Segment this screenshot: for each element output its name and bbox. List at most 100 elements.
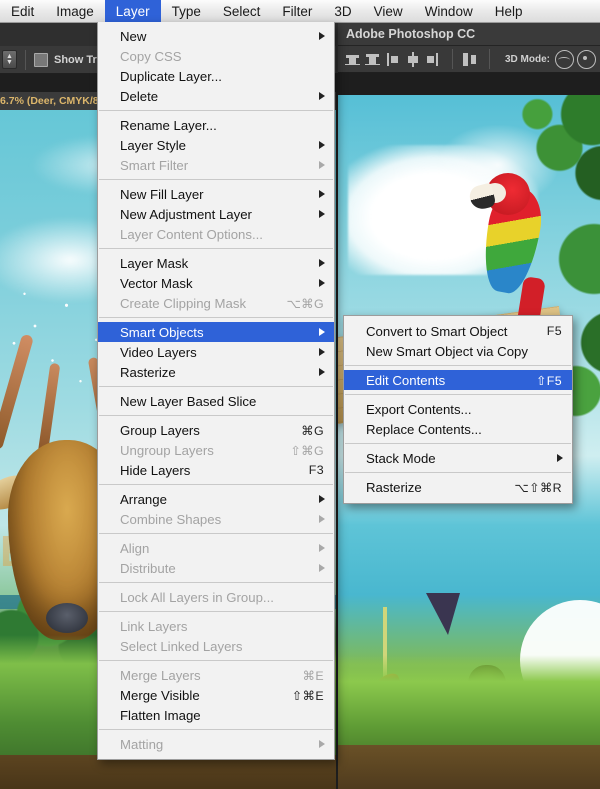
menu-item-select-linked-layers: Select Linked Layers [98, 636, 334, 656]
menu-view[interactable]: View [363, 0, 414, 22]
menu-help[interactable]: Help [484, 0, 534, 22]
menu-item-new[interactable]: New [98, 26, 334, 46]
menu-item-rasterize[interactable]: Rasterize [98, 362, 334, 382]
menu-item-vector-mask[interactable]: Vector Mask [98, 273, 334, 293]
menu-item-label: Link Layers [120, 618, 188, 634]
menu-item-link-layers: Link Layers [98, 616, 334, 636]
menu-item-combine-shapes: Combine Shapes [98, 509, 334, 529]
divider [489, 49, 490, 69]
menu-item-label: New Adjustment Layer [120, 206, 252, 222]
smart-objects-submenu[interactable]: Convert to Smart Object F5 New Smart Objec… [343, 315, 573, 504]
submenu-arrow-icon [319, 32, 325, 40]
submenu-arrow-icon [319, 740, 325, 748]
menu-item-label: New Fill Layer [120, 186, 204, 202]
menu-item-label: Layer Style [120, 137, 186, 153]
submenu-arrow-icon [319, 564, 325, 572]
menu-item-stack-mode[interactable]: Stack Mode [344, 448, 572, 468]
submenu-arrow-icon [319, 190, 325, 198]
menu-item-label: Distribute [120, 560, 176, 576]
layer-menu-dropdown[interactable]: New Copy CSS Duplicate Layer... Delete Renam… [97, 22, 335, 760]
menu-separator [345, 394, 571, 395]
menu-layer[interactable]: Layer [104, 0, 161, 22]
menu-item-arrange[interactable]: Arrange [98, 489, 334, 509]
menu-item-label: Layer Mask [120, 255, 189, 271]
align-left-icon[interactable] [384, 51, 401, 68]
menu-item-shortcut: ⌘E [302, 668, 324, 683]
options-row-right: 3D Mode: [338, 46, 600, 73]
menu-item-label: Video Layers [120, 344, 197, 360]
menu-item-layer-mask[interactable]: Layer Mask [98, 253, 334, 273]
menu-label: Window [424, 3, 473, 19]
menu-item-rename-layer[interactable]: Rename Layer... [98, 115, 334, 135]
menu-item-label: Merge Layers [120, 667, 201, 683]
menu-item-new-adjustment-layer[interactable]: New Adjustment Layer [98, 204, 334, 224]
menu-item-delete[interactable]: Delete [98, 86, 334, 106]
soil-layer [0, 755, 336, 789]
stepper-control[interactable]: ▲ ▼ [2, 50, 17, 69]
menu-item-shortcut: ⌘G [301, 423, 324, 438]
menu-item-group-layers[interactable]: Group Layers ⌘G [98, 420, 334, 440]
menu-item-copy-css: Copy CSS [98, 46, 334, 66]
align-center-icon[interactable] [404, 51, 421, 68]
menu-item-distribute: Distribute [98, 558, 334, 578]
submenu-arrow-icon [319, 259, 325, 267]
align-top-icon[interactable] [344, 51, 361, 68]
menu-item-new-fill-layer[interactable]: New Fill Layer [98, 184, 334, 204]
submenu-arrow-icon [319, 92, 325, 100]
menu-item-convert-to-smart-object[interactable]: Convert to Smart Object F5 [344, 321, 572, 341]
menu-item-label: Select Linked Layers [120, 638, 243, 654]
menu-label: Layer [115, 3, 150, 19]
menu-separator [99, 179, 333, 180]
menu-item-label: Flatten Image [120, 707, 201, 723]
menu-separator [99, 415, 333, 416]
menu-item-new-smart-object-via-copy[interactable]: New Smart Object via Copy [344, 341, 572, 361]
menu-item-layer-style[interactable]: Layer Style [98, 135, 334, 155]
submenu-arrow-icon [557, 454, 563, 462]
menu-item-label: Ungroup Layers [120, 442, 214, 458]
menu-3d[interactable]: 3D [323, 0, 362, 22]
menu-item-new-layer-based-slice[interactable]: New Layer Based Slice [98, 391, 334, 411]
menu-item-label: Merge Visible [120, 687, 200, 703]
menu-item-hide-layers[interactable]: Hide Layers F3 [98, 460, 334, 480]
menu-type[interactable]: Type [161, 0, 212, 22]
menu-item-merge-visible[interactable]: Merge Visible ⇧⌘E [98, 685, 334, 705]
menu-label: Image [56, 3, 94, 19]
menu-image[interactable]: Image [45, 0, 105, 22]
menu-item-merge-layers: Merge Layers ⌘E [98, 665, 334, 685]
menu-item-label: Combine Shapes [120, 511, 222, 527]
menu-separator [99, 484, 333, 485]
menu-edit[interactable]: Edit [0, 0, 45, 22]
photoshop-window: EXTREME JULY [0, 0, 600, 789]
show-transform-checkbox[interactable] [34, 52, 48, 67]
menu-item-rasterize[interactable]: Rasterize ⌥⇧⌘R [344, 477, 572, 497]
menu-item-edit-contents[interactable]: Edit Contents ⇧F5 [344, 370, 572, 390]
menu-select[interactable]: Select [212, 0, 272, 22]
menu-item-video-layers[interactable]: Video Layers [98, 342, 334, 362]
menu-item-label: Convert to Smart Object [366, 323, 508, 339]
menu-separator [99, 582, 333, 583]
menu-item-export-contents[interactable]: Export Contents... [344, 399, 572, 419]
align-bottom-icon[interactable] [364, 51, 381, 68]
menu-window[interactable]: Window [414, 0, 484, 22]
menu-separator [99, 611, 333, 612]
submenu-arrow-icon [319, 328, 325, 336]
menu-item-flatten-image[interactable]: Flatten Image [98, 705, 334, 725]
menu-item-duplicate-layer[interactable]: Duplicate Layer... [98, 66, 334, 86]
menu-item-shortcut: F3 [308, 463, 324, 477]
distribute-icon[interactable] [461, 51, 478, 68]
orbit-3d-icon[interactable] [555, 49, 574, 69]
menu-filter[interactable]: Filter [271, 0, 323, 22]
menu-item-replace-contents[interactable]: Replace Contents... [344, 419, 572, 439]
roll-3d-icon[interactable] [577, 49, 596, 69]
menu-item-label: Copy CSS [120, 48, 182, 64]
menu-item-label: Lock All Layers in Group... [120, 589, 274, 605]
menu-label: View [373, 3, 403, 19]
menu-item-smart-objects[interactable]: Smart Objects [98, 322, 334, 342]
align-right-icon[interactable] [424, 51, 441, 68]
menu-label: Select [222, 3, 261, 19]
menu-item-create-clipping-mask: Create Clipping Mask ⌥⌘G [98, 293, 334, 313]
submenu-arrow-icon [319, 544, 325, 552]
menu-separator [99, 660, 333, 661]
menu-separator [99, 248, 333, 249]
menu-separator [99, 110, 333, 111]
